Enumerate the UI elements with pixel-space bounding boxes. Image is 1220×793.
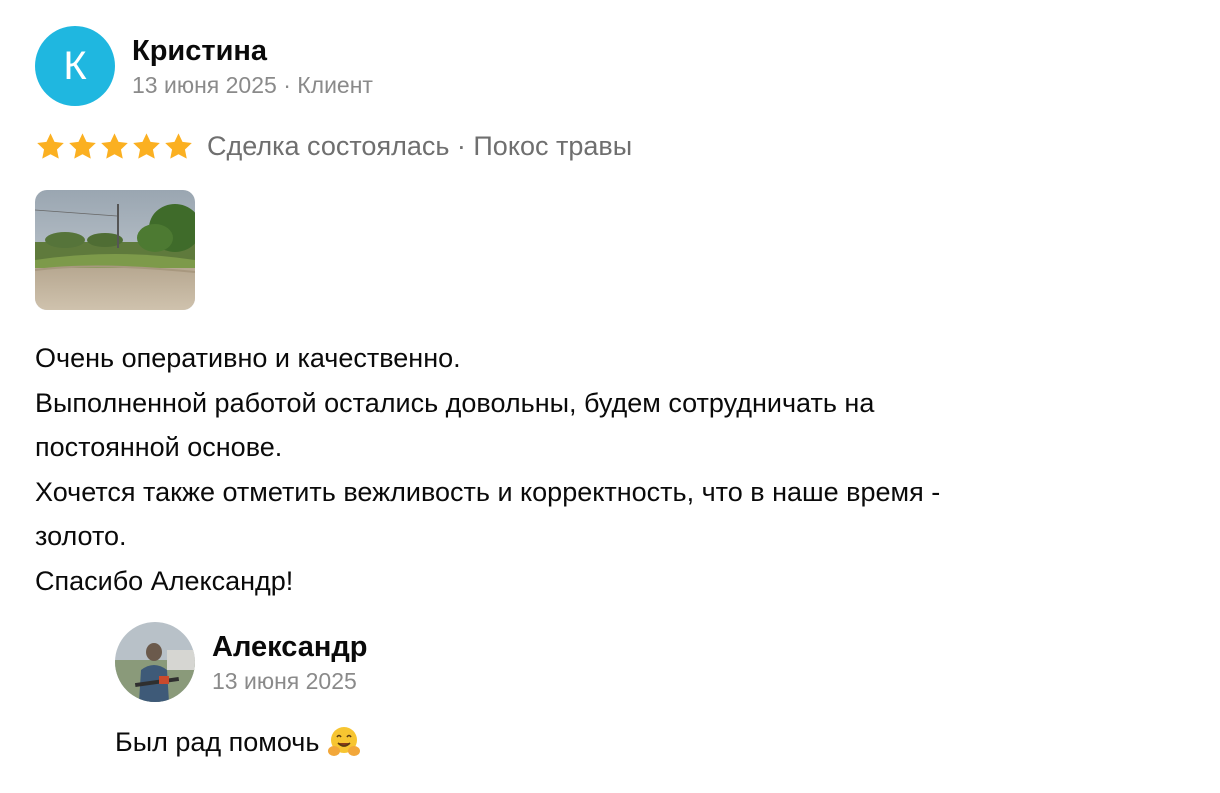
star-icon bbox=[101, 132, 128, 159]
review-text-line: Очень оперативно и качественно. bbox=[35, 343, 461, 373]
review-text-line: Выполненной работой остались довольны, б… bbox=[35, 387, 875, 418]
review-photo[interactable] bbox=[35, 190, 195, 310]
star-icon bbox=[165, 132, 192, 159]
review-text-line: постоянной основе. bbox=[35, 432, 283, 462]
review-text-line: золото. bbox=[35, 521, 127, 551]
author-avatar[interactable]: К bbox=[35, 26, 115, 106]
reply-author-name[interactable]: Александр bbox=[212, 629, 368, 665]
reply-author-avatar[interactable] bbox=[115, 622, 195, 702]
meta-separator: · bbox=[283, 71, 291, 98]
reply-author-block: Александр 13 июня 2025 bbox=[212, 629, 368, 696]
reply-date: 13 июня 2025 bbox=[212, 667, 357, 694]
author-block: Кристина 13 июня 2025 · Клиент bbox=[132, 33, 373, 100]
reply-text-row: Был рад помочь bbox=[115, 720, 361, 764]
star-icon bbox=[133, 132, 160, 159]
review-text-line: Хочется также отметить вежливость и корр… bbox=[35, 476, 941, 507]
author-role: Клиент bbox=[297, 71, 373, 98]
star-icon bbox=[37, 132, 64, 159]
review-header: К Кристина 13 июня 2025 · Клиент bbox=[35, 26, 373, 106]
reply-text: Был рад помочь bbox=[115, 727, 320, 757]
author-name[interactable]: Кристина bbox=[132, 33, 373, 69]
review-text: Очень оперативно и качественно. Выполненн… bbox=[35, 336, 1185, 603]
star-rating bbox=[35, 131, 195, 162]
deal-status: Сделка состоялась · Покос травы bbox=[207, 130, 633, 161]
rating-row: Сделка состоялась · Покос травы bbox=[35, 126, 632, 166]
hugging-face-emoji bbox=[328, 727, 361, 756]
reply-header: Александр 13 июня 2025 bbox=[115, 622, 368, 702]
review-card: К Кристина 13 июня 2025 · Клиент Сделка … bbox=[0, 0, 1220, 793]
star-icon bbox=[69, 132, 96, 159]
author-meta: 13 июня 2025 · Клиент bbox=[132, 70, 373, 100]
avatar-initial: К bbox=[63, 43, 87, 88]
review-date: 13 июня 2025 bbox=[132, 71, 277, 98]
person-photo-avatar bbox=[115, 622, 195, 702]
landscape-photo-thumbnail bbox=[35, 190, 195, 310]
review-text-line: Спасибо Александр! bbox=[35, 565, 294, 596]
